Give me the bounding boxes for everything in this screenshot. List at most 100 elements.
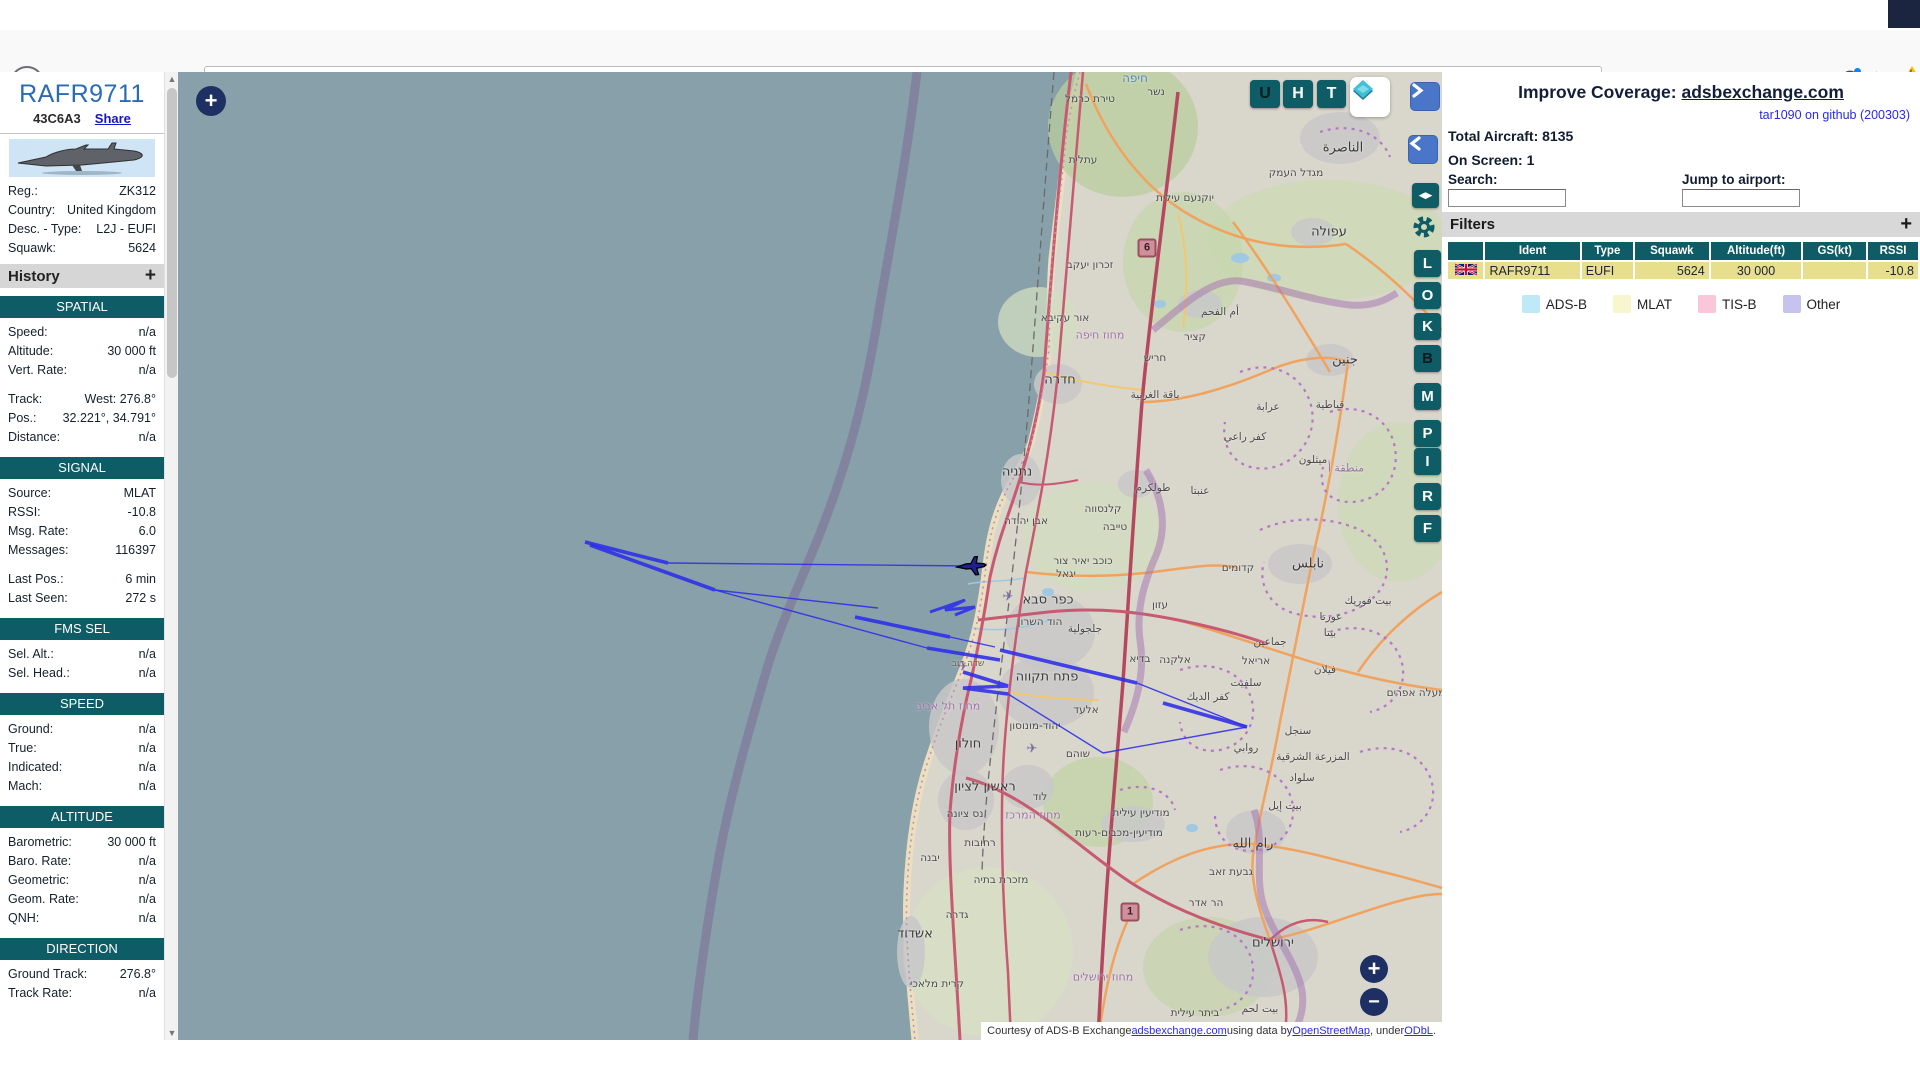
github-link[interactable]: tar1090 on github (200303) <box>1442 108 1920 122</box>
search-input[interactable] <box>1448 189 1566 207</box>
map-label: פתח תקווה <box>1016 670 1079 685</box>
section-header: FMS SEL <box>0 618 164 640</box>
airport-icon: ✈ <box>1027 742 1038 757</box>
filters-expand-icon[interactable]: + <box>1900 213 1912 236</box>
telemetry-label: Source: <box>8 484 51 503</box>
telemetry-value: n/a <box>139 909 156 928</box>
zoom-in-top-button[interactable]: + <box>196 86 226 116</box>
map-button-b[interactable]: B <box>1414 345 1441 372</box>
toggle-t-button[interactable]: T <box>1317 80 1346 108</box>
info-label: Squawk: <box>8 239 56 258</box>
legend-label: TIS-B <box>1722 297 1757 312</box>
telemetry-row: Geom. Rate:n/a <box>0 890 164 909</box>
map-label: יהוד-מונוסון <box>1009 720 1060 732</box>
scroll-up-icon[interactable]: ▲ <box>165 74 179 84</box>
map-label: זכרון יעקב <box>1067 259 1114 271</box>
map-button-k[interactable]: K <box>1414 313 1441 340</box>
toggle-h-button[interactable]: H <box>1283 80 1313 108</box>
legend-label: Other <box>1807 297 1841 312</box>
map-label: רחובות <box>964 837 995 849</box>
column-header[interactable]: RSSI <box>1868 242 1918 260</box>
map-button-f[interactable]: F <box>1414 515 1441 542</box>
telemetry-row: Messages:116397 <box>0 541 164 560</box>
telemetry-value: n/a <box>139 852 156 871</box>
splitter-button[interactable]: ◀▶ <box>1412 183 1439 208</box>
map-label: أم الفحم <box>1201 306 1239 318</box>
map-label: עפולה <box>1311 225 1347 240</box>
app-window: https://tar1090.adsbexchange.com ••• <box>0 0 1920 1080</box>
telemetry-label: Msg. Rate: <box>8 522 68 541</box>
column-header[interactable]: Ident <box>1485 242 1579 260</box>
panel-expand-button[interactable] <box>1408 135 1438 164</box>
map-button-p[interactable]: P <box>1414 420 1441 447</box>
map-button-r[interactable]: R <box>1414 483 1441 510</box>
map-label: מחוז תל אביב <box>916 700 980 713</box>
column-header[interactable]: Squawk <box>1635 242 1709 260</box>
map-canvas[interactable]: חיפהנשרטירת כרמלעתליתיוקנעם עיליתמגדל הע… <box>178 72 1442 1040</box>
telemetry-row: Speed:n/a <box>0 323 164 342</box>
panel-collapse-button[interactable] <box>1410 82 1440 111</box>
history-expand-icon[interactable]: + <box>145 265 156 287</box>
cell-type: EUFI <box>1582 262 1633 279</box>
telemetry-row: Altitude:30 000 ft <box>0 342 164 361</box>
scrollbar-thumb[interactable] <box>167 88 177 378</box>
telemetry-label: Baro. Rate: <box>8 852 71 871</box>
map-label: אלעד <box>1073 704 1098 716</box>
info-row: Country:United Kingdom <box>0 201 164 220</box>
map-button-m[interactable]: M <box>1414 383 1441 410</box>
improve-coverage-label: Improve Coverage: <box>1518 82 1681 102</box>
telemetry-value: n/a <box>139 739 156 758</box>
column-header[interactable]: GS(kt) <box>1803 242 1866 260</box>
history-header[interactable]: History + <box>0 264 164 288</box>
improve-coverage-link[interactable]: adsbexchange.com <box>1681 82 1843 102</box>
attribution-link[interactable]: adsbexchange.com <box>1131 1025 1226 1037</box>
telemetry-row: Ground Track:276.8° <box>0 965 164 984</box>
telemetry-label: Vert. Rate: <box>8 361 67 380</box>
cell-alt: 30 000 <box>1711 262 1802 279</box>
sidebar-scrollbar[interactable]: ▲ ▼ <box>164 72 179 1040</box>
telemetry-label: Track: <box>8 390 42 409</box>
browser-navbar: https://tar1090.adsbexchange.com ••• <box>0 30 1920 73</box>
aircraft-photo[interactable] <box>9 139 155 177</box>
map-label: קרית מלאכי <box>910 978 964 990</box>
aircraft-info-sidebar: RAFR9711 43C6A3Share Reg.:ZK312Country:U… <box>0 72 164 1040</box>
attribution-link[interactable]: OpenStreetMap <box>1292 1025 1370 1037</box>
airport-icon: ✈ <box>958 660 969 675</box>
telemetry-value: 272 s <box>125 589 156 608</box>
telemetry-label: Speed: <box>8 323 48 342</box>
map-button-i[interactable]: I <box>1414 448 1441 475</box>
settings-gear-icon[interactable] <box>1410 213 1440 241</box>
map-button-l[interactable]: L <box>1414 250 1441 277</box>
aircraft-table-row[interactable]: RAFR9711EUFI562430 000-10.8 <box>1448 262 1918 279</box>
legend-item: ADS-B <box>1522 295 1587 313</box>
map-zoom-in-button[interactable]: + <box>1360 955 1388 983</box>
map-button-o[interactable]: O <box>1414 282 1441 309</box>
aircraft-table-header: IdentTypeSquawkAltitude(ft)GS(kt)RSSI <box>1448 242 1918 260</box>
map-label: אריאל <box>1242 655 1270 667</box>
telemetry-value: -10.8 <box>128 503 157 522</box>
info-value: 5624 <box>128 239 156 258</box>
map-label: قباطية <box>1316 399 1345 411</box>
jump-to-airport-input[interactable] <box>1682 189 1800 207</box>
info-value: L2J - EUFI <box>96 220 156 239</box>
telemetry-value: n/a <box>139 758 156 777</box>
legend-item: TIS-B <box>1698 295 1757 313</box>
info-value: ZK312 <box>119 182 156 201</box>
map-label: عورتا <box>1320 611 1343 623</box>
scroll-down-icon[interactable]: ▼ <box>165 1028 179 1038</box>
column-header[interactable] <box>1448 242 1483 260</box>
telemetry-value: n/a <box>139 428 156 447</box>
layers-button[interactable] <box>1350 77 1390 117</box>
info-label: Country: <box>8 201 55 220</box>
map-zoom-out-button[interactable]: − <box>1360 988 1388 1016</box>
share-link[interactable]: Share <box>95 111 131 126</box>
telemetry-row: Baro. Rate: n/a <box>0 852 164 871</box>
filters-header[interactable]: Filters + <box>1442 212 1920 237</box>
attribution-link[interactable]: ODbL <box>1404 1025 1433 1037</box>
column-header[interactable]: Type <box>1582 242 1633 260</box>
filters-label: Filters <box>1450 216 1495 233</box>
toggle-u-button[interactable]: U <box>1250 80 1280 108</box>
column-header[interactable]: Altitude(ft) <box>1711 242 1802 260</box>
telemetry-row: Sel. Alt.:n/a <box>0 645 164 664</box>
legend-swatch <box>1522 295 1540 313</box>
